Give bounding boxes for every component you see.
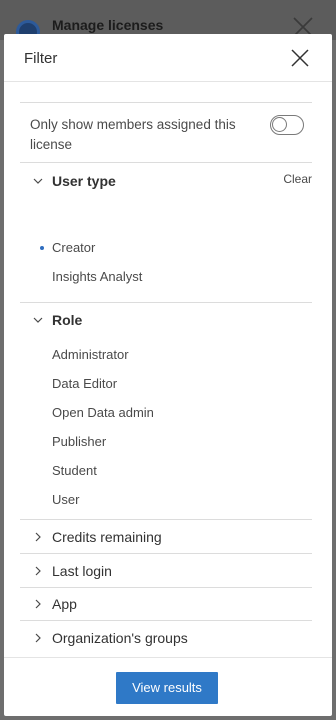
section-role[interactable]: Role: [20, 303, 312, 337]
chevron-right-icon: [35, 599, 41, 609]
selected-indicator: [40, 246, 44, 250]
chevron-down-icon: [33, 178, 43, 184]
close-icon[interactable]: [290, 48, 310, 68]
chevron-down-icon: [33, 317, 43, 323]
clear-button[interactable]: Clear: [283, 172, 312, 186]
section-label: User type: [52, 173, 116, 189]
toggle-label: Only show members assigned this license: [30, 117, 236, 152]
option-administrator[interactable]: Administrator: [52, 347, 129, 362]
option-insights-analyst[interactable]: Insights Analyst: [52, 269, 142, 284]
chevron-right-icon: [35, 566, 41, 576]
backdrop-title: Manage licenses: [52, 17, 164, 33]
section-user-type[interactable]: User type Clear: [20, 164, 312, 198]
section-label: Organization's groups: [52, 630, 188, 646]
chevron-right-icon: [35, 633, 41, 643]
option-student[interactable]: Student: [52, 463, 97, 478]
section-label: App: [52, 596, 77, 612]
toggle-knob: [272, 117, 287, 132]
section-credits-remaining[interactable]: Credits remaining: [20, 520, 312, 554]
chevron-right-icon: [35, 532, 41, 542]
section-label: Role: [52, 312, 83, 328]
option-publisher[interactable]: Publisher: [52, 434, 106, 449]
panel-title: Filter: [24, 50, 58, 67]
option-data-editor[interactable]: Data Editor: [52, 376, 117, 391]
option-creator[interactable]: Creator: [52, 240, 95, 255]
assigned-license-toggle[interactable]: [270, 115, 304, 135]
section-last-login[interactable]: Last login: [20, 554, 312, 588]
section-label: Credits remaining: [52, 529, 162, 545]
filter-panel: Filter Only show members assigned this l…: [4, 34, 332, 716]
section-organization-groups[interactable]: Organization's groups: [20, 621, 312, 655]
panel-header: Filter: [4, 34, 332, 82]
view-results-button[interactable]: View results: [116, 672, 218, 704]
section-app[interactable]: App: [20, 587, 312, 621]
option-open-data-admin[interactable]: Open Data admin: [52, 405, 154, 420]
section-label: Last login: [52, 563, 112, 579]
option-user[interactable]: User: [52, 492, 79, 507]
panel-footer: View results: [4, 657, 332, 716]
assigned-toggle-row: Only show members assigned this license: [20, 102, 312, 163]
